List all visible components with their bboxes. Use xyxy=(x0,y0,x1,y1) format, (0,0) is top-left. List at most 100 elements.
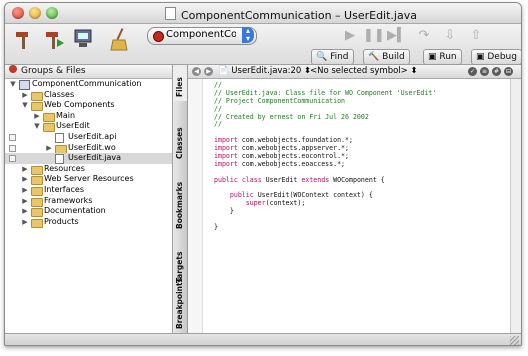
code-line: // xyxy=(214,121,436,129)
tree-row[interactable]: ▶ Resources xyxy=(5,164,172,175)
code-line-text: } xyxy=(214,207,234,216)
drawer-tab-bookmarks[interactable]: Bookmarks xyxy=(173,163,187,234)
source-code[interactable]: //// UserEdit.java: Class file for WO Co… xyxy=(214,81,436,232)
keyword-token: import xyxy=(214,159,238,168)
tree-row[interactable]: ▶ Documentation xyxy=(5,206,172,218)
debug-label: Debug xyxy=(487,52,517,62)
checkmark-icon[interactable]: ✓ xyxy=(468,67,477,76)
disclosure-open-icon[interactable]: ▼ xyxy=(33,121,41,132)
popup-arrows-icon: ▴ ▾ xyxy=(242,27,254,43)
editor-scrollbar[interactable] xyxy=(510,79,521,333)
window-title-text: ComponentCommunication – UserEdit.java xyxy=(181,9,417,22)
active-target-popup[interactable]: ComponentCommu ▴▾ xyxy=(147,27,257,45)
disclosure-closed-icon[interactable]: ▶ xyxy=(21,217,29,228)
tree-row[interactable]: ▶ Products xyxy=(5,217,172,228)
back-arrow-icon[interactable]: ◀ xyxy=(192,67,201,76)
disclosure-closed-icon[interactable]: ▶ xyxy=(45,143,53,154)
step-out-icon[interactable]: ⇧ xyxy=(467,27,485,45)
disclosure-closed-icon[interactable]: ▶ xyxy=(21,90,29,101)
disclosure-closed-icon[interactable]: ▶ xyxy=(21,206,29,217)
document-menu-icon[interactable]: ≡ xyxy=(480,67,489,76)
pause-icon[interactable]: ❚❚ xyxy=(363,27,385,45)
tree-row[interactable]: ▶ Classes xyxy=(5,90,172,101)
tree-row-label: Frameworks xyxy=(44,195,93,205)
file-icon xyxy=(55,132,64,143)
code-line-text: import com.webobjects.eoaccess.*; xyxy=(214,159,346,168)
editor-gutter[interactable] xyxy=(188,79,203,333)
tree-row[interactable]: ▶ Frameworks xyxy=(5,196,172,207)
active-target-label: ComponentCommu xyxy=(166,29,236,40)
symbol-popup[interactable]: <No selected symbol> ⬍ xyxy=(310,65,418,78)
code-line-text: public class UserEdit extends WOComponen… xyxy=(214,175,385,184)
file-icon xyxy=(55,154,64,165)
find-tab-button[interactable]: 🔍 Find xyxy=(311,49,354,65)
debug-tab-button[interactable]: ▣ Debug xyxy=(471,49,521,65)
build-hammer-icon[interactable] xyxy=(13,27,35,51)
keyword-token: public xyxy=(229,191,254,200)
tree-row-label: Interfaces xyxy=(44,184,84,194)
disclosure-open-icon[interactable]: ▼ xyxy=(9,79,17,90)
drawer-tab-files[interactable]: Files xyxy=(173,65,187,102)
code-line-text: // xyxy=(214,104,222,113)
disclosure-closed-icon[interactable]: ▶ xyxy=(21,185,29,196)
code-editor: ◀ ▶ 📄 UserEdit.java:20 ⬍ <No selected sy… xyxy=(188,65,521,333)
disclosure-open-icon[interactable]: ▼ xyxy=(21,100,29,111)
title-bar[interactable]: ComponentCommunication – UserEdit.java xyxy=(5,3,521,24)
tree-row[interactable]: ▶ Web Server Resources xyxy=(5,174,172,186)
code-line: public class UserEdit extends WOComponen… xyxy=(214,175,436,185)
keyword-token: import xyxy=(214,136,238,145)
tree-row[interactable]: ▼ Web Components xyxy=(5,100,172,112)
project-icon xyxy=(19,80,30,90)
target-checkbox[interactable] xyxy=(9,155,16,163)
toolbar: ComponentCommu ▴▾ ▶ ❚❚ ▶▍ ↷ ⇩ ⇧ 🔍 Find 🔨… xyxy=(5,24,521,65)
target-checkbox[interactable] xyxy=(9,133,16,141)
tree-row-label: UserEdit.api xyxy=(68,131,117,141)
tree-row-label: Resources xyxy=(44,163,85,173)
code-line: // Created by ernest on Fri Jul 26 2002 xyxy=(214,112,436,122)
minimize-button[interactable] xyxy=(29,7,41,19)
step-continue-icon[interactable]: ▶▍ xyxy=(387,27,407,45)
find-label: Find xyxy=(330,52,349,62)
code-line-text: // Created by ernest on Fri Jul 26 2002 xyxy=(214,112,369,121)
editor-navigation-bar: ◀ ▶ 📄 UserEdit.java:20 ⬍ <No selected sy… xyxy=(188,65,521,79)
drawer-tab-breakpoints[interactable]: Breakpoints xyxy=(173,278,187,334)
run-tab-button[interactable]: ▣ Run xyxy=(423,49,462,65)
tree-row[interactable]: ▼ ComponentCommunication xyxy=(5,79,172,90)
disclosure-closed-icon[interactable]: ▶ xyxy=(21,164,29,175)
disclosure-closed-icon[interactable]: ▶ xyxy=(21,196,29,207)
tree-row[interactable]: ▶ Interfaces xyxy=(5,185,172,196)
build-run-icon[interactable] xyxy=(43,27,65,51)
resize-grip-icon[interactable] xyxy=(510,336,519,345)
tree-row[interactable]: UserEdit.api xyxy=(5,132,172,143)
forward-arrow-icon[interactable]: ▶ xyxy=(204,67,213,76)
includes-icon[interactable]: # xyxy=(492,67,501,76)
zoom-button[interactable] xyxy=(46,7,58,19)
tree-row[interactable]: ▼ UserEdit xyxy=(5,121,172,133)
tree-row-label: Products xyxy=(44,216,79,226)
build-tab-button[interactable]: 🔨 Build xyxy=(363,49,410,65)
build-clean-icon[interactable] xyxy=(73,27,95,51)
play-icon[interactable]: ▶ xyxy=(341,27,359,45)
disclosure-closed-icon[interactable]: ▶ xyxy=(21,174,29,185)
project-window: ComponentCommunication – UserEdit.java C… xyxy=(4,2,522,346)
keyword-token: class xyxy=(241,175,262,184)
step-over-icon[interactable]: ↷ xyxy=(415,27,433,45)
step-into-icon[interactable]: ⇩ xyxy=(441,27,459,45)
tree-row[interactable]: ▶ Main xyxy=(5,111,172,122)
code-line-text: import com.webobjects.foundation.*; xyxy=(214,136,353,145)
tree-row[interactable]: UserEdit.java xyxy=(5,153,172,165)
drawer-tab-classes[interactable]: Classes xyxy=(173,101,187,164)
split-editor-icon[interactable]: ⊟ xyxy=(504,67,513,76)
broom-icon[interactable] xyxy=(109,27,131,51)
file-popup[interactable]: 📄 UserEdit.java:20 ⬍ xyxy=(218,65,311,78)
window-title: ComponentCommunication – UserEdit.java xyxy=(165,7,417,22)
keyword-token: import xyxy=(214,152,238,161)
tree-row[interactable]: ▶ UserEdit.wo xyxy=(5,143,172,154)
target-checkbox[interactable] xyxy=(9,144,16,152)
keyword-token: super xyxy=(245,199,266,208)
drawer-tab-label: Bookmarks xyxy=(175,181,184,229)
code-line-text: import com.webobjects.eocontrol.*; xyxy=(214,152,349,161)
disclosure-closed-icon[interactable]: ▶ xyxy=(33,111,41,122)
close-button[interactable] xyxy=(12,7,24,19)
